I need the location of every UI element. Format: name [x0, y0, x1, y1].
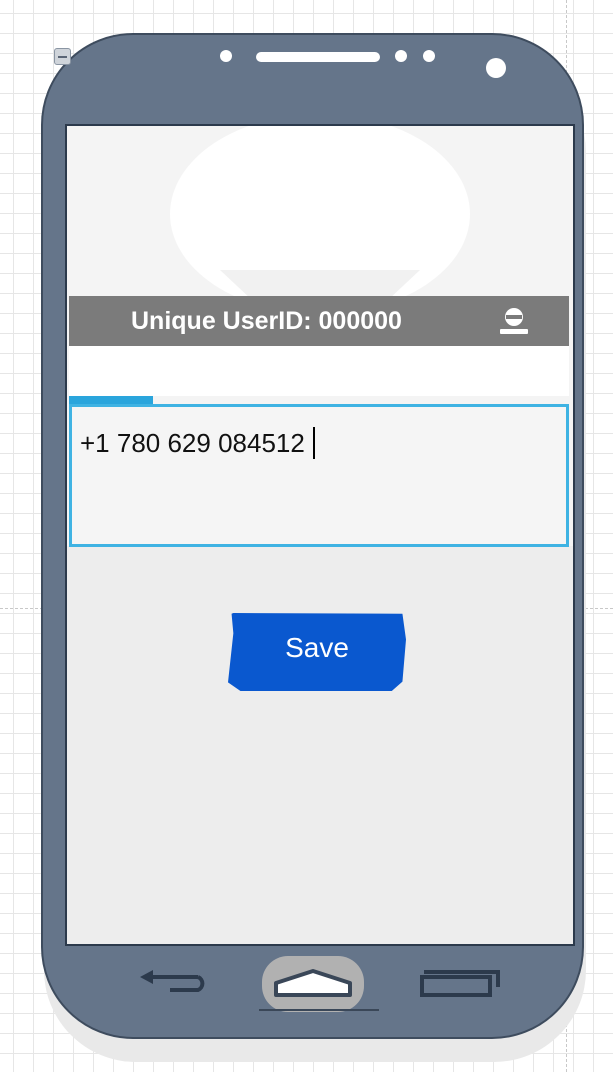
- collapse-icon[interactable]: [54, 48, 71, 65]
- sensor-dot-1: [395, 50, 407, 62]
- user-icon: [500, 308, 528, 334]
- save-button[interactable]: Save: [228, 613, 406, 691]
- save-button-label: Save: [285, 632, 349, 663]
- phone-number-input[interactable]: +1 780 629 084512: [69, 404, 569, 547]
- userid-bar: Unique UserID: 000000: [69, 296, 569, 346]
- back-arrow-icon[interactable]: [136, 967, 212, 1001]
- earpiece-speaker: [256, 52, 380, 62]
- home-button[interactable]: [262, 956, 364, 1012]
- spacer-band: [69, 346, 569, 396]
- phone-number-value: +1 780 629 084512: [80, 428, 305, 458]
- sensor-dot-2: [423, 50, 435, 62]
- text-caret: [312, 427, 315, 459]
- home-button-underline: [259, 1009, 379, 1011]
- camera-lens: [486, 58, 506, 78]
- front-camera-dot: [220, 50, 232, 62]
- recent-apps-icon[interactable]: [414, 963, 506, 1001]
- userid-label: Unique UserID: 000000: [131, 307, 402, 335]
- phone-screen: Unique UserID: 000000 +1 780 629 084512 …: [65, 124, 575, 946]
- home-icon: [274, 969, 352, 997]
